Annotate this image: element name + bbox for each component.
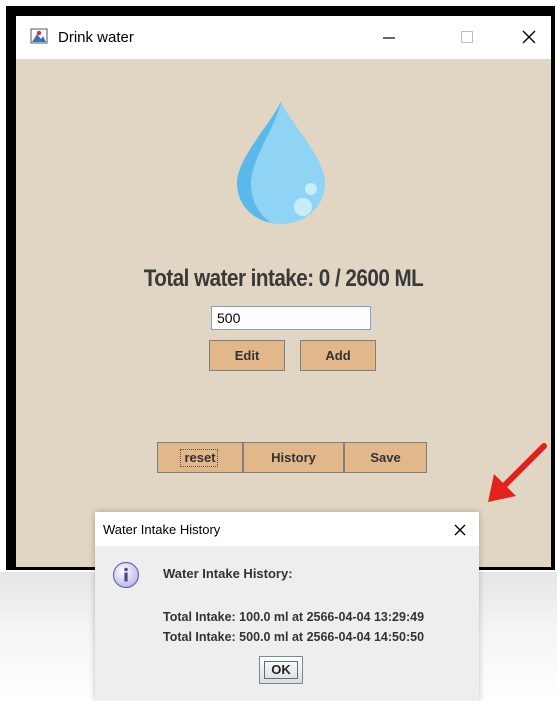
water-drop-icon bbox=[237, 101, 325, 224]
dialog-title-bar: Water Intake History bbox=[95, 512, 479, 546]
history-dialog: Water Intake History Water Intake Histor… bbox=[95, 512, 479, 701]
close-icon[interactable] bbox=[512, 22, 546, 52]
dialog-heading: Water Intake History: bbox=[163, 566, 293, 581]
focus-indicator bbox=[180, 449, 218, 467]
dialog-close-icon[interactable] bbox=[447, 518, 473, 542]
info-icon bbox=[112, 561, 140, 589]
amount-input[interactable] bbox=[211, 306, 371, 330]
history-button[interactable]: History bbox=[243, 442, 344, 473]
window-title: Drink water bbox=[58, 29, 134, 46]
ok-button[interactable]: OK bbox=[259, 656, 303, 684]
edit-button[interactable]: Edit bbox=[209, 340, 285, 371]
red-arrow-annotation bbox=[488, 443, 547, 502]
dialog-body: Water Intake History: Total Intake: 100.… bbox=[95, 546, 479, 701]
add-button[interactable]: Add bbox=[300, 340, 376, 371]
dialog-title: Water Intake History bbox=[103, 522, 221, 537]
total-intake-label: Total water intake: 0 / 2600 ML bbox=[143, 265, 424, 292]
focus-indicator bbox=[264, 661, 298, 679]
title-bar: Drink water bbox=[16, 16, 551, 59]
main-panel: Total water intake: 0 / 2600 ML Edit Add… bbox=[16, 59, 551, 567]
history-entry: Total Intake: 500.0 ml at 2566-04-04 14:… bbox=[163, 630, 425, 644]
minimize-icon[interactable] bbox=[372, 22, 406, 52]
reset-button[interactable]: reset bbox=[157, 442, 243, 473]
maximize-icon[interactable] bbox=[450, 22, 484, 52]
history-entry: Total Intake: 100.0 ml at 2566-04-04 13:… bbox=[163, 610, 425, 624]
main-window: Drink water Total water intake: 0 / 2600… bbox=[6, 6, 555, 570]
save-button[interactable]: Save bbox=[344, 442, 427, 473]
app-icon bbox=[30, 28, 48, 44]
